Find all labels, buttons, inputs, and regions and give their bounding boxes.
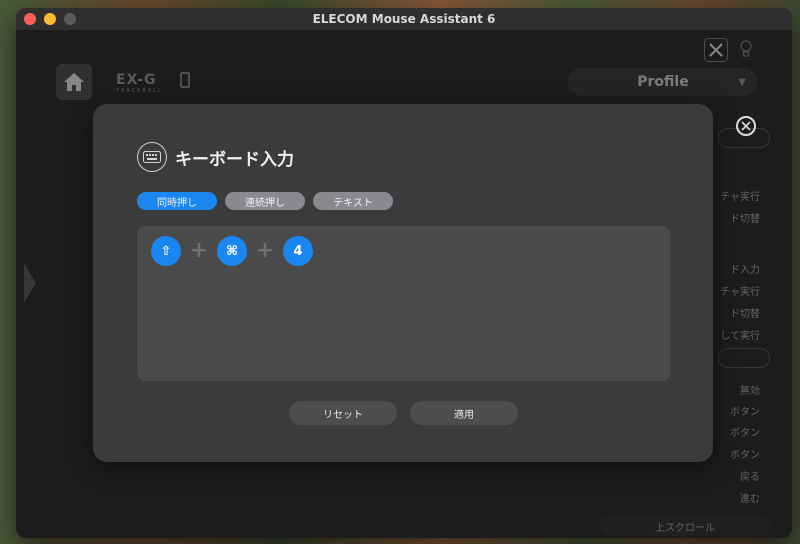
key-combination: ⇧ + ⌘ + 4	[151, 236, 313, 266]
tab-sequential[interactable]: 連続押し	[225, 192, 305, 210]
minimize-window-button[interactable]	[44, 13, 56, 25]
keyboard-input-dialog: キーボード入力 同時押し 連続押し テキスト ⇧ + ⌘ + 4 リセット 適用	[93, 104, 713, 462]
title-bar: ELECOM Mouse Assistant 6	[16, 8, 792, 30]
tab-text[interactable]: テキスト	[313, 192, 393, 210]
close-icon	[741, 121, 751, 131]
tab-simultaneous[interactable]: 同時押し	[137, 192, 217, 210]
mode-tabs: 同時押し 連続押し テキスト	[137, 192, 393, 210]
window-controls	[24, 13, 76, 25]
key-combination-panel[interactable]: ⇧ + ⌘ + 4	[137, 226, 670, 381]
zoom-window-button[interactable]	[64, 13, 76, 25]
shift-key-icon[interactable]: ⇧	[151, 236, 181, 266]
window-title: ELECOM Mouse Assistant 6	[312, 12, 496, 26]
keyboard-icon	[137, 142, 167, 172]
key-4[interactable]: 4	[283, 236, 313, 266]
dialog-title: キーボード入力	[175, 149, 294, 170]
close-window-button[interactable]	[24, 13, 36, 25]
reset-button[interactable]: リセット	[289, 401, 397, 425]
command-key-icon[interactable]: ⌘	[217, 236, 247, 266]
plus-icon: +	[255, 238, 275, 263]
plus-icon: +	[189, 238, 209, 263]
dialog-close-button[interactable]	[736, 116, 756, 136]
dialog-header: キーボード入力	[137, 142, 294, 172]
apply-button[interactable]: 適用	[410, 401, 518, 425]
